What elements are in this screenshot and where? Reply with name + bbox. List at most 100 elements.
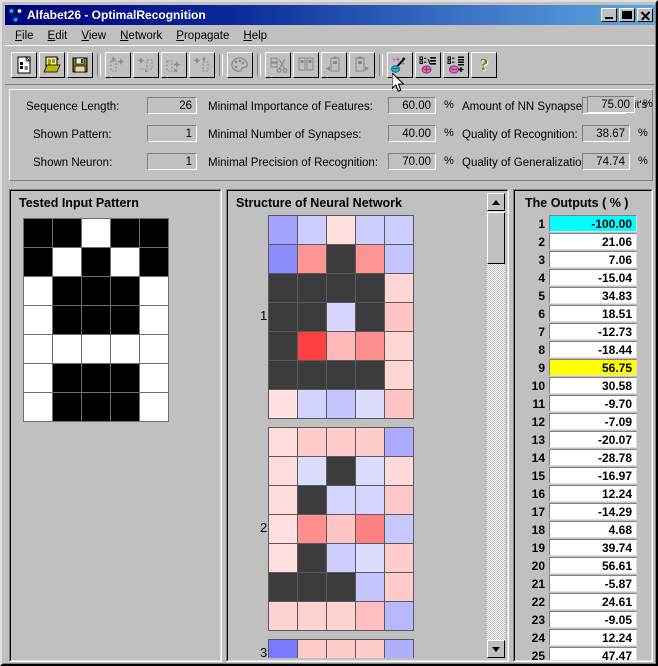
pattern-cell-5-2[interactable] [82,364,110,392]
pattern-cell-6-4[interactable] [140,393,168,421]
weight-cell-2-2[interactable] [327,274,355,302]
help-button[interactable]: ? [471,52,497,78]
pattern-cell-6-3[interactable] [111,393,139,421]
pattern-cell-2-4[interactable] [140,277,168,305]
output-row[interactable]: 1 -100.00 [519,215,647,232]
weight-cell-6-2[interactable] [327,390,355,418]
weight-cell-5-1[interactable] [298,361,326,389]
pattern-cell-4-3[interactable] [111,335,139,363]
pattern-cell-1-4[interactable] [140,248,168,276]
weight-cell-1-3[interactable] [356,457,384,485]
output-row[interactable]: 21 -5.87 [519,575,647,592]
weight-cell-5-4[interactable] [385,361,413,389]
pattern-cell-0-3[interactable] [111,219,139,247]
pattern-cell-2-1[interactable] [53,277,81,305]
output-row[interactable]: 20 56.61 [519,557,647,574]
pattern-cell-5-0[interactable] [24,364,52,392]
output-row[interactable]: 8 -18.44 [519,341,647,358]
weight-cell-6-2[interactable] [327,602,355,630]
menu-item-help[interactable]: Help [236,28,274,44]
pattern-cell-6-2[interactable] [82,393,110,421]
pattern-cell-3-4[interactable] [140,306,168,334]
weight-cell-3-2[interactable] [327,303,355,331]
pattern-cell-0-2[interactable] [82,219,110,247]
output-row[interactable]: 6 18.51 [519,305,647,322]
weight-cell-4-4[interactable] [385,332,413,360]
output-row[interactable]: 5 34.83 [519,287,647,304]
weight-cell-0-4[interactable] [385,216,413,244]
auto-train-button[interactable] [387,52,413,78]
weight-cell-1-4[interactable] [385,245,413,273]
output-row[interactable]: 2 21.06 [519,233,647,250]
output-row[interactable]: 24 12.24 [519,629,647,646]
pattern-cell-4-1[interactable] [53,335,81,363]
pattern-cell-4-0[interactable] [24,335,52,363]
weight-cell-4-1[interactable] [298,332,326,360]
weight-cell-1-3[interactable] [356,245,384,273]
pattern-cell-1-1[interactable] [53,248,81,276]
output-row[interactable]: 10 30.58 [519,377,647,394]
weight-cell-2-4[interactable] [385,486,413,514]
open-file-button[interactable] [39,52,65,78]
weight-cell-6-4[interactable] [385,602,413,630]
pattern-cell-0-1[interactable] [53,219,81,247]
weight-cell-1-2[interactable] [327,457,355,485]
weight-cell-4-2[interactable] [327,544,355,572]
neuron-weight-grid[interactable] [268,639,414,658]
pattern-cell-3-0[interactable] [24,306,52,334]
weight-cell-0-1[interactable] [298,216,326,244]
weight-cell-5-3[interactable] [356,361,384,389]
weight-cell-6-3[interactable] [356,390,384,418]
weight-cell-2-2[interactable] [327,486,355,514]
weight-cell-0-0[interactable] [269,640,297,658]
weight-cell-3-0[interactable] [269,303,297,331]
output-row[interactable]: 12 -7.09 [519,413,647,430]
minimal-importance-value[interactable]: 60.00 [388,97,436,114]
output-row[interactable]: 9 56.75 [519,359,647,376]
new-file-button[interactable] [11,52,37,78]
output-row[interactable]: 18 4.68 [519,521,647,538]
weight-cell-0-2[interactable] [327,428,355,456]
weight-cell-0-2[interactable] [327,216,355,244]
weight-cell-0-3[interactable] [356,428,384,456]
weight-cell-2-0[interactable] [269,486,297,514]
network-vertical-scrollbar[interactable] [487,193,505,658]
menu-item-propagate[interactable]: Propagate [169,28,236,44]
pattern-cell-2-2[interactable] [82,277,110,305]
minimal-synapses-value[interactable]: 40.00 [388,125,436,142]
weight-cell-5-4[interactable] [385,573,413,601]
weight-cell-3-1[interactable] [298,303,326,331]
pattern-cell-4-2[interactable] [82,335,110,363]
output-row[interactable]: 4 -15.04 [519,269,647,286]
output-row[interactable]: 3 7.06 [519,251,647,268]
menu-item-edit[interactable]: Edit [41,28,75,44]
weight-cell-2-0[interactable] [269,274,297,302]
menu-item-file[interactable]: File [8,28,41,44]
shown-neuron-value[interactable]: 1 [147,153,197,170]
close-button[interactable] [637,8,653,22]
pattern-cell-1-0[interactable] [24,248,52,276]
weight-cell-4-1[interactable] [298,544,326,572]
pattern-cell-5-1[interactable] [53,364,81,392]
weight-cell-0-1[interactable] [298,640,326,658]
weight-cell-0-0[interactable] [269,428,297,456]
pattern-cell-3-1[interactable] [53,306,81,334]
output-row[interactable]: 14 -28.78 [519,449,647,466]
weight-cell-1-1[interactable] [298,245,326,273]
output-row[interactable]: 23 -9.05 [519,611,647,628]
weight-cell-6-1[interactable] [298,602,326,630]
weight-cell-3-4[interactable] [385,515,413,543]
pattern-cell-5-4[interactable] [140,364,168,392]
weight-cell-6-3[interactable] [356,602,384,630]
scroll-thumb[interactable] [487,212,505,264]
menu-item-network[interactable]: Network [113,28,169,44]
weight-cell-5-0[interactable] [269,361,297,389]
weight-cell-0-3[interactable] [356,640,384,658]
weight-cell-1-1[interactable] [298,457,326,485]
pattern-cell-1-3[interactable] [111,248,139,276]
output-row[interactable]: 22 24.61 [519,593,647,610]
pattern-cell-5-3[interactable] [111,364,139,392]
weight-cell-5-1[interactable] [298,573,326,601]
weight-cell-5-2[interactable] [327,361,355,389]
weight-cell-6-0[interactable] [269,390,297,418]
